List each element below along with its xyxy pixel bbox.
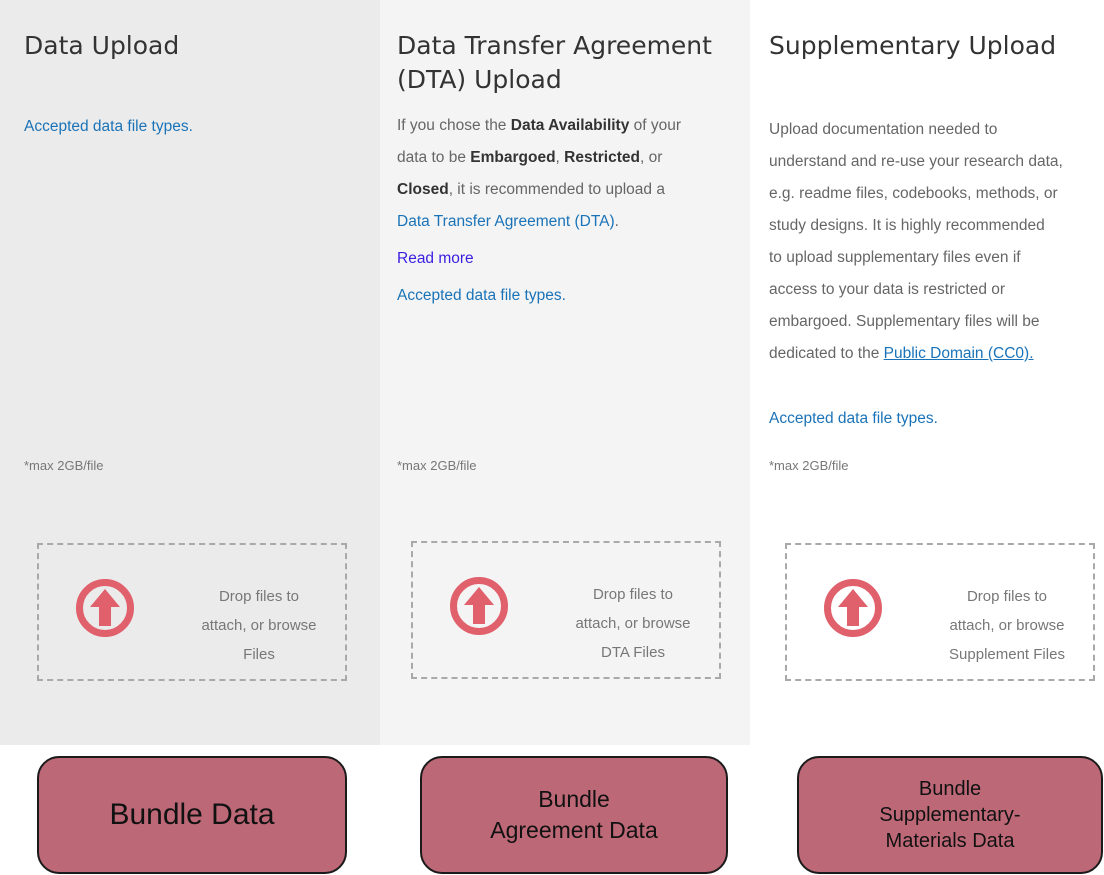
dta-upload-title: Data Transfer Agreement (DTA) Upload — [397, 31, 712, 94]
dta-accepted-types-link[interactable]: Accepted data file types. — [397, 287, 566, 305]
supplementary-drop-zone[interactable]: Drop files to attach, or browse Suppleme… — [785, 543, 1095, 681]
supplementary-upload-title: Supplementary Upload — [769, 31, 1057, 60]
data-accepted-types-link[interactable]: Accepted data file types. — [24, 118, 193, 136]
public-domain-link[interactable]: Public Domain (CC0). — [884, 345, 1034, 362]
dta-description: If you chose the Data Availability of yo… — [397, 117, 682, 230]
data-upload-title: Data Upload — [24, 31, 180, 60]
data-max-size-note: *max 2GB/file — [24, 458, 104, 473]
supplementary-description: Upload documentation needed to understan… — [769, 121, 1063, 362]
data-drop-zone[interactable]: Drop files to attach, or browse Files — [37, 543, 347, 681]
dta-drop-text: Drop files to attach, or browse DTA File… — [575, 586, 691, 661]
bundle-supplementary-materials-data-button[interactable]: Bundle Supplementary- Materials Data — [797, 756, 1103, 874]
bundle-agreement-data-button[interactable]: Bundle Agreement Data — [420, 756, 728, 874]
supplementary-accepted-types-link[interactable]: Accepted data file types. — [769, 410, 938, 428]
read-more-link[interactable]: Read more — [397, 250, 474, 268]
bundle-data-button[interactable]: Bundle Data — [37, 756, 347, 874]
dta-upload-panel: Data Transfer Agreement (DTA) Upload If … — [380, 0, 750, 745]
dta-agreement-link[interactable]: Data Transfer Agreement (DTA) — [397, 213, 615, 230]
supplementary-upload-panel: Supplementary Upload Upload documentatio… — [750, 0, 1104, 745]
dta-max-size-note: *max 2GB/file — [397, 458, 477, 473]
data-drop-text: Drop files to attach, or browse Files — [201, 588, 317, 663]
supplementary-drop-text: Drop files to attach, or browse Suppleme… — [949, 588, 1065, 663]
upload-icon — [450, 577, 508, 635]
upload-icon — [824, 579, 882, 637]
supplementary-max-size-note: *max 2GB/file — [769, 458, 849, 473]
upload-icon — [76, 579, 134, 637]
data-upload-panel: Data Upload Accepted data file types. *m… — [0, 0, 380, 745]
dta-drop-zone[interactable]: Drop files to attach, or browse DTA File… — [411, 541, 721, 679]
